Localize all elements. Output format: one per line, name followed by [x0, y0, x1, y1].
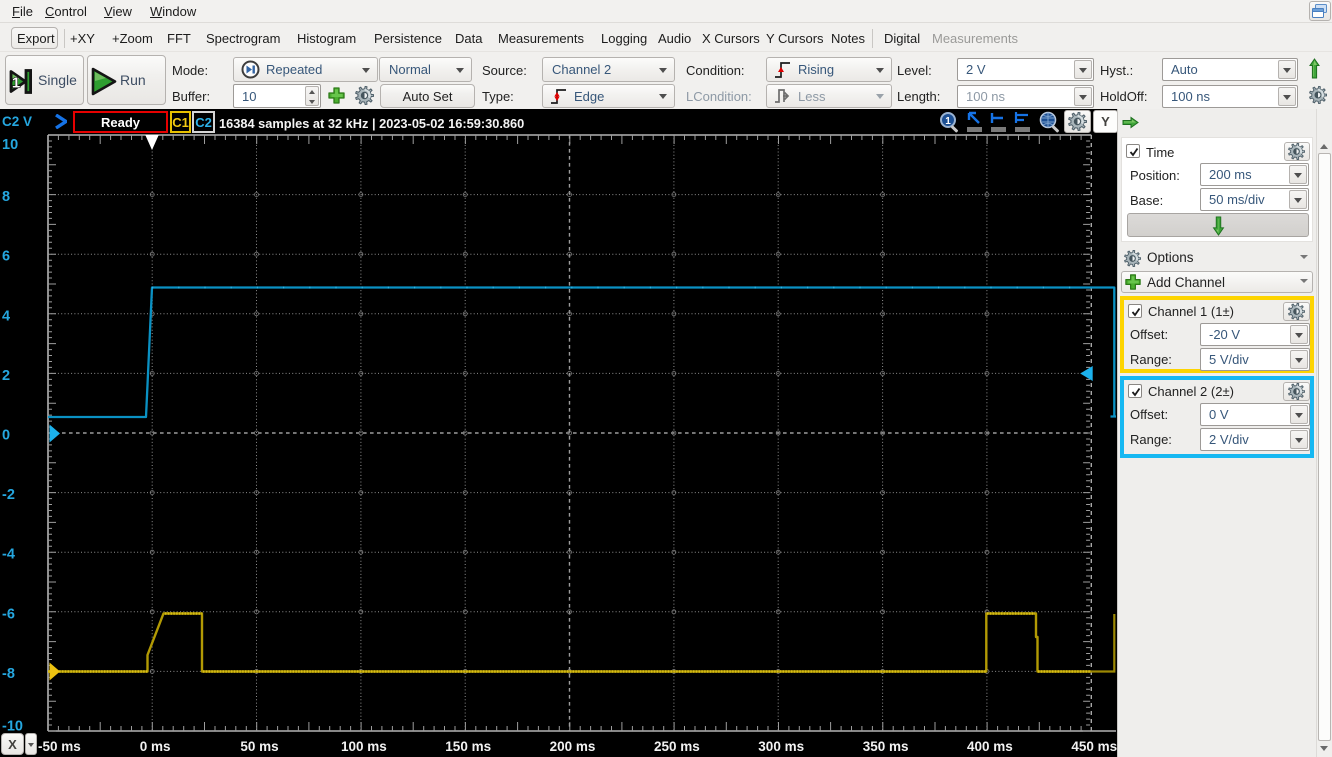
svg-text:-4: -4	[2, 547, 15, 563]
svg-text:-2: -2	[2, 487, 15, 503]
svg-text:50 ms: 50 ms	[240, 739, 278, 754]
svg-text:100 ms: 100 ms	[341, 739, 387, 754]
svg-text:-6: -6	[2, 606, 15, 622]
svg-text:1: 1	[12, 75, 20, 92]
svg-text:300 ms: 300 ms	[758, 739, 804, 754]
svg-text:2: 2	[2, 368, 10, 384]
svg-text:400 ms: 400 ms	[967, 739, 1013, 754]
svg-text:450 ms: 450 ms	[1071, 739, 1117, 754]
svg-text:350 ms: 350 ms	[863, 739, 909, 754]
svg-text:0 ms: 0 ms	[140, 739, 171, 754]
svg-text:6: 6	[2, 249, 10, 265]
svg-text:10: 10	[2, 137, 18, 153]
svg-text:-50 ms: -50 ms	[38, 739, 81, 754]
svg-text:150 ms: 150 ms	[445, 739, 491, 754]
svg-text:8: 8	[2, 189, 10, 205]
svg-text:200 ms: 200 ms	[550, 739, 596, 754]
svg-text:-8: -8	[2, 666, 15, 682]
svg-text:0: 0	[2, 428, 10, 444]
svg-text:250 ms: 250 ms	[654, 739, 700, 754]
svg-text:1: 1	[945, 116, 951, 127]
svg-text:4: 4	[2, 308, 10, 324]
